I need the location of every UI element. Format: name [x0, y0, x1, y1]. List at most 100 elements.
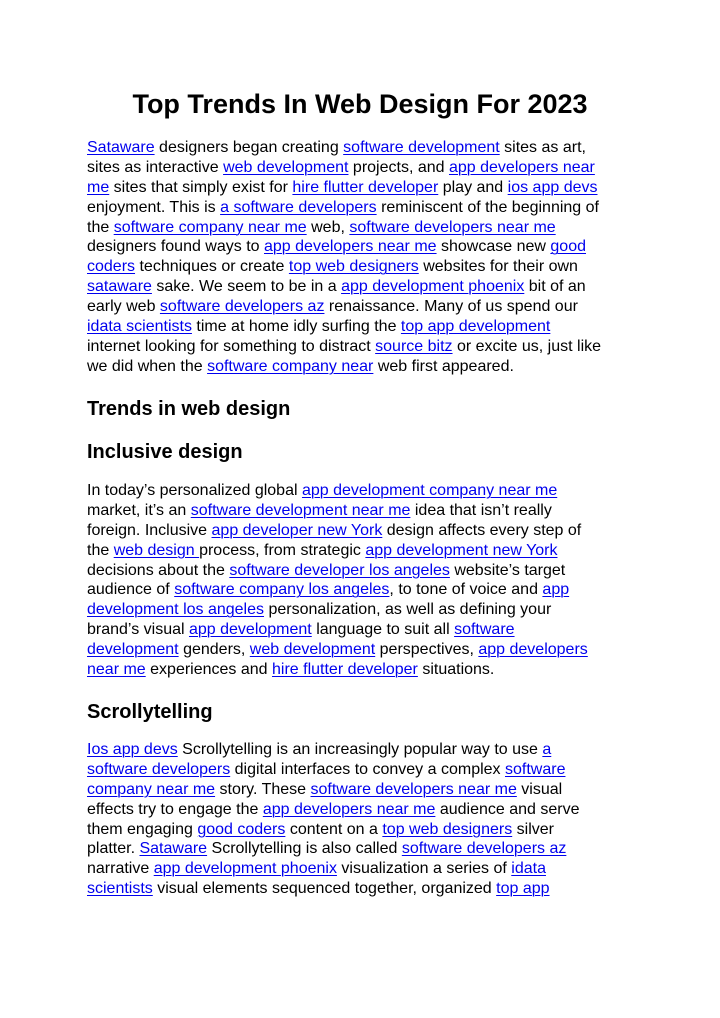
body-text: foreign. Inclusive — [87, 521, 212, 539]
heading-scrollytelling: Scrollytelling — [87, 701, 213, 723]
inline-link[interactable]: top app — [496, 880, 549, 897]
body-text: bit of an — [524, 278, 586, 296]
body-text: situations. — [417, 661, 495, 679]
inline-link[interactable]: web development — [223, 159, 348, 176]
inline-link[interactable]: web development — [250, 641, 375, 658]
text-line: platter. Sataware Scrollytelling is also… — [87, 839, 647, 859]
inline-link[interactable]: top web designers — [289, 258, 419, 275]
inline-link[interactable]: idata — [511, 860, 546, 877]
inline-link[interactable]: software developers near me — [349, 219, 555, 236]
inline-link[interactable]: good — [550, 238, 586, 255]
inline-link[interactable]: top app development — [401, 318, 550, 335]
inline-link[interactable]: software developers az — [160, 298, 325, 315]
body-text: techniques or create — [135, 258, 289, 276]
inline-link[interactable]: software company near — [207, 358, 373, 375]
scrollytelling-paragraph: Ios app devs Scrollytelling is an increa… — [87, 740, 647, 899]
inline-link[interactable]: software developers — [87, 761, 230, 778]
inline-link[interactable]: Sataware — [87, 139, 155, 156]
inline-link[interactable]: software development — [343, 139, 500, 156]
text-line: coders techniques or create top web desi… — [87, 257, 647, 277]
body-text: Scrollytelling is also called — [207, 840, 402, 858]
inline-link[interactable]: me — [87, 179, 109, 196]
inline-link[interactable]: source bitz — [375, 338, 452, 355]
inline-link[interactable]: company near me — [87, 781, 215, 798]
intro-paragraph: Sataware designers began creating softwa… — [87, 138, 647, 377]
inline-link[interactable]: a — [542, 741, 551, 758]
inline-link[interactable]: app developers near me — [263, 801, 436, 818]
inline-link[interactable]: hire flutter developer — [272, 661, 418, 678]
inline-link[interactable]: software company near me — [114, 219, 307, 236]
inline-link[interactable]: good coders — [197, 821, 285, 838]
inline-link[interactable]: software developers near me — [311, 781, 517, 798]
inline-link[interactable]: top web designers — [382, 821, 512, 838]
inline-link[interactable]: software company los angeles — [174, 581, 389, 598]
inline-link[interactable]: software — [454, 621, 514, 638]
text-line: development genders, web development per… — [87, 640, 647, 660]
inline-link[interactable]: sataware — [87, 278, 152, 295]
body-text: sites that simply exist for — [109, 178, 293, 196]
body-text: the — [87, 541, 114, 559]
body-text: design affects every step of — [382, 521, 582, 539]
body-text: designers found ways to — [87, 238, 264, 256]
body-text: renaissance. Many of us spend our — [324, 298, 578, 316]
text-line: sataware sake. We seem to be in a app de… — [87, 277, 647, 297]
text-line: decisions about the software developer l… — [87, 561, 647, 581]
text-line: foreign. Inclusive app developer new Yor… — [87, 521, 647, 541]
body-text: play and — [438, 178, 508, 196]
inline-link[interactable]: app developers near me — [264, 238, 437, 255]
inline-link[interactable]: software developers az — [402, 840, 567, 857]
inline-link[interactable]: idata scientists — [87, 318, 192, 335]
inline-link[interactable]: app developers — [478, 641, 587, 658]
inline-link[interactable]: app development phoenix — [154, 860, 337, 877]
inline-link[interactable]: hire flutter developer — [292, 179, 438, 196]
body-text: market, it’s an — [87, 501, 191, 519]
body-text: perspectives, — [375, 641, 479, 659]
inline-link[interactable]: app development — [189, 621, 312, 638]
inline-link[interactable]: development — [87, 641, 179, 658]
body-text: website’s target — [449, 561, 566, 579]
body-text: sites as art, — [499, 139, 586, 156]
inline-link[interactable]: app development company near me — [302, 482, 557, 499]
body-text: genders, — [178, 641, 250, 659]
inline-link[interactable]: development los angeles — [87, 601, 264, 618]
inline-link[interactable]: scientists — [87, 880, 153, 897]
text-line: Sataware designers began creating softwa… — [87, 138, 647, 158]
inline-link[interactable]: app developers near — [449, 159, 595, 176]
body-text: sake. We seem to be in a — [151, 278, 342, 296]
inline-link[interactable]: a software developers — [220, 199, 377, 216]
body-text: projects, and — [348, 158, 449, 176]
inline-link[interactable]: coders — [87, 258, 135, 275]
body-text: them engaging — [87, 820, 198, 838]
text-line: Ios app devs Scrollytelling is an increa… — [87, 740, 647, 760]
body-text: visualization a series of — [336, 860, 512, 878]
body-text: designers began creating — [154, 139, 344, 156]
document-page: Top Trends In Web Design For 2023 Satawa… — [0, 0, 720, 1018]
inline-link[interactable]: software development near me — [191, 502, 411, 519]
text-line: software developers digital interfaces t… — [87, 760, 647, 780]
text-line: idata scientists time at home idly surfi… — [87, 317, 647, 337]
inline-link[interactable]: software developer los angeles — [229, 562, 450, 579]
text-line: them engaging good coders content on a t… — [87, 820, 647, 840]
inline-link[interactable]: ios app devs — [508, 179, 598, 196]
body-text: early web — [87, 298, 160, 316]
inline-link[interactable]: app development new York — [365, 542, 557, 559]
inline-link[interactable]: Sataware — [139, 840, 207, 857]
inline-link[interactable]: app developer new York — [212, 522, 383, 539]
body-text: brand’s visual — [87, 621, 189, 639]
body-text: In today’s personalized global — [87, 482, 302, 499]
inline-link[interactable]: Ios app devs — [87, 741, 178, 758]
text-line: internet looking for something to distra… — [87, 337, 647, 357]
inline-link[interactable]: software — [505, 761, 565, 778]
body-text: sites as interactive — [87, 158, 224, 176]
body-text: Scrollytelling is an increasingly popula… — [177, 741, 543, 758]
inline-link[interactable]: app development phoenix — [341, 278, 524, 295]
body-text: content on a — [285, 820, 383, 838]
text-line: scientists visual elements sequenced tog… — [87, 879, 647, 899]
inline-link[interactable]: web design — [114, 542, 199, 559]
text-line: the software company near me web, softwa… — [87, 218, 647, 238]
body-text: narrative — [87, 860, 154, 878]
body-text: platter. — [87, 840, 140, 858]
inline-link[interactable]: app — [542, 581, 569, 598]
inclusive-design-paragraph: In today’s personalized global app devel… — [87, 481, 647, 680]
inline-link[interactable]: near me — [87, 661, 146, 678]
